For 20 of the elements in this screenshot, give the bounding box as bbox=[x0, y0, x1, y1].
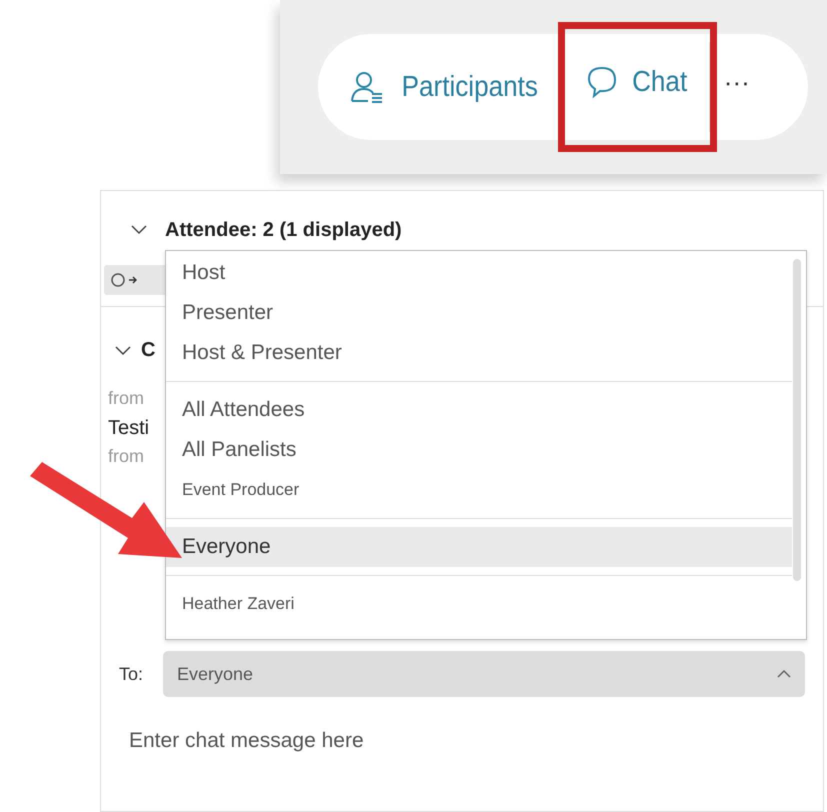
caret-up-icon bbox=[777, 670, 791, 678]
message-sender: from bbox=[108, 446, 144, 467]
dropdown-option[interactable]: Everyone bbox=[166, 527, 792, 567]
dropdown-option[interactable]: Event Producer bbox=[166, 470, 792, 510]
person-list-icon bbox=[350, 70, 384, 104]
toolbar-button[interactable]: Participants bbox=[338, 34, 558, 140]
dropdown-option[interactable]: All Panelists bbox=[166, 430, 792, 470]
to-label: To: bbox=[119, 664, 144, 684]
toolbar-button[interactable]: Chat bbox=[558, 22, 717, 152]
scrollbar[interactable] bbox=[793, 259, 801, 581]
dropdown-option[interactable]: Presenter bbox=[166, 293, 792, 333]
recipient-select[interactable]: Everyone bbox=[163, 651, 805, 697]
dropdown-option[interactable]: All Attendees bbox=[166, 390, 792, 430]
section-title[interactable]: Attendee: 2 (1 displayed) bbox=[165, 218, 402, 242]
dropdown-option[interactable]: Heather Zaveri bbox=[166, 584, 792, 624]
section-title[interactable]: C bbox=[141, 339, 156, 362]
dropdown-option[interactable]: Host bbox=[166, 253, 792, 293]
message-sender: from bbox=[108, 388, 144, 409]
dropdown-option[interactable]: Host & Presenter bbox=[166, 333, 792, 373]
message-text: Testi bbox=[108, 417, 150, 440]
